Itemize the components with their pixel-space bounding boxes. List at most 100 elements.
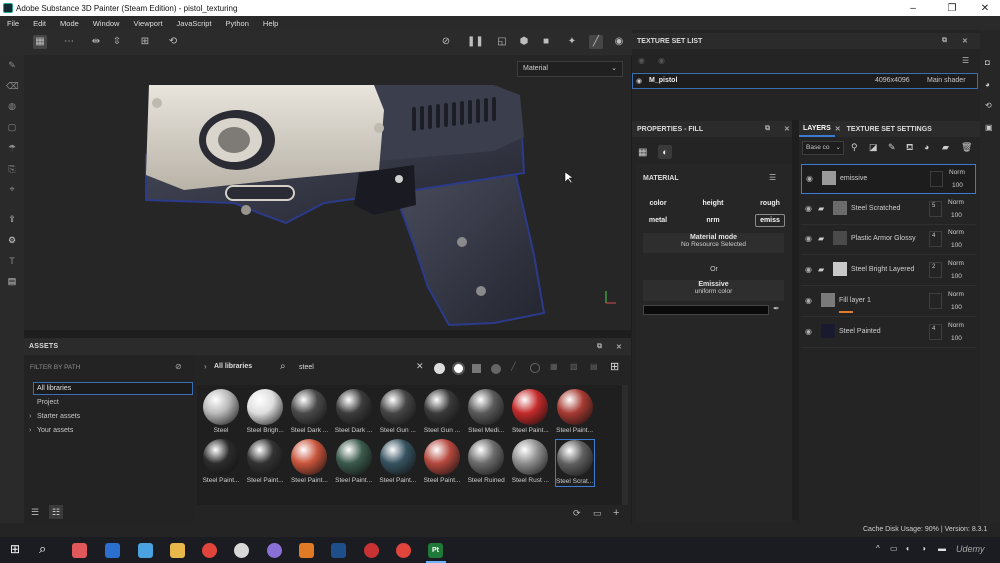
eyedropper-icon[interactable]: ✒ [773,304,780,313]
channel-height-button[interactable]: height [698,198,728,210]
windows-start-icon[interactable]: ⊞ [10,542,20,556]
asset-tile[interactable]: Steel Brigh... [245,389,285,434]
eye-icon[interactable]: ◉ [636,77,642,85]
tray-battery-icon[interactable]: ▬ [938,544,946,553]
layer-row[interactable]: ◉ Fill layer 1 Norm 100 [801,287,976,317]
grid-dots-icon[interactable]: ⋯ [62,35,76,49]
pause-icon[interactable]: ❚❚ [467,35,484,49]
blender-icon[interactable] [299,543,314,558]
layer-mask[interactable] [929,200,942,217]
channel-metal-button[interactable]: metal [643,215,673,227]
texture-set-row[interactable]: ◉ M_pistol 4096x4096 Main shader [632,73,978,89]
close-icon[interactable]: ✕ [835,125,841,133]
asset-tile[interactable]: Steel Paint... [334,439,374,484]
search-input[interactable]: steel [299,364,314,371]
hide-icon[interactable]: ⊘ [439,35,453,49]
chrome-icon[interactable] [396,543,411,558]
filter-filters-icon[interactable] [530,363,540,373]
history-icon[interactable]: ⟲ [985,101,992,110]
close-icon[interactable]: ✕ [616,343,622,351]
asset-tile[interactable]: Steel Gun ... [422,389,462,434]
tree-item-your-assets[interactable]: Your assets [37,427,73,434]
layer-mask[interactable] [929,262,942,279]
menu-javascript[interactable]: JavaScript [170,19,219,28]
bake-mesh-icon[interactable]: ⚙ [6,234,18,246]
eye-icon[interactable]: ◉ [805,327,812,336]
smart-material-icon[interactable]: ◕ [924,142,929,152]
viewport-mode-dropdown[interactable]: Material ⌄ [517,61,623,77]
asset-tile[interactable]: Steel Paint... [245,439,285,484]
opacity-value[interactable]: 100 [951,304,962,311]
opacity-value[interactable]: 100 [951,242,962,249]
smudge-icon[interactable]: ☂ [6,142,18,154]
eye-icon[interactable]: ◉ [805,204,812,213]
blend-mode-select[interactable]: Norm [948,322,964,329]
search-icon[interactable]: ⌕ [39,541,46,557]
folder-icon[interactable]: ▭ [593,508,602,519]
filter-smart-materials-icon[interactable] [452,362,465,375]
delete-layer-icon[interactable]: 🗑 [961,142,972,153]
tree-view-icon[interactable]: ☷ [49,505,63,519]
clone-icon[interactable]: ⎘ [6,163,18,175]
maximize-icon[interactable]: ⧉ [942,37,947,45]
eraser-icon[interactable]: ⌫ [6,80,19,92]
eye-icon[interactable]: ◉ [805,265,812,274]
eye-icon[interactable]: ◉ [638,56,645,65]
eye-icon[interactable]: ◉ [805,234,812,243]
mail-app-icon[interactable] [138,543,153,558]
tray-chevron-icon[interactable]: ^ [876,544,880,553]
paint-brush-icon[interactable]: ✎ [6,59,18,71]
menu-help[interactable]: Help [256,19,285,28]
menu-window[interactable]: Window [86,19,127,28]
asset-tile[interactable]: Steel Ruined [466,439,506,484]
filter-alphas-icon[interactable] [491,364,501,374]
menu-icon[interactable]: ☰ [962,56,969,65]
opacity-value[interactable]: 100 [952,182,963,189]
assets-scrollbar[interactable] [622,385,628,505]
add-mask-icon[interactable]: ◪ [869,142,878,153]
asset-tile[interactable]: Steel Dark ... [289,389,329,434]
tab-layers[interactable]: LAYERS [799,121,835,137]
tree-item-project[interactable]: Project [37,399,59,406]
layer-mask[interactable] [929,323,942,340]
opacity-value[interactable]: 100 [951,335,962,342]
list-view-icon[interactable]: ☰ [31,507,39,518]
maximize-icon[interactable]: ⧉ [765,125,770,133]
screenshot-icon[interactable]: ◉ [612,35,626,49]
app-icon[interactable] [364,543,379,558]
export-icon[interactable]: ⇪ [6,213,18,225]
projection-icon[interactable]: ◍ [6,100,18,112]
history-icon[interactable]: ⟲ [166,35,180,49]
camera-icon[interactable]: ◘ [985,58,990,67]
tray-volume-icon[interactable]: ◖ [905,544,910,553]
close-window-button[interactable]: ✕ [970,0,1000,16]
blend-mode-select[interactable]: Norm [949,169,965,176]
asset-tile[interactable]: Steel Scrat... [554,439,595,487]
maximize-icon[interactable]: ⧉ [597,343,602,351]
asset-tile[interactable]: Steel Paint... [422,439,462,484]
steam-icon[interactable] [331,543,346,558]
menu-mode[interactable]: Mode [53,19,86,28]
refresh-icon[interactable]: ⟳ [573,508,581,519]
menu-icon[interactable]: ☰ [769,173,776,182]
tree-item-all-libraries[interactable]: All libraries [33,382,193,395]
emissive-box[interactable]: Emissive uniform color [643,280,784,301]
asset-tile[interactable]: Steel Paint... [378,439,418,484]
menu-file[interactable]: File [0,19,26,28]
filter-materials-icon[interactable] [434,363,445,374]
calendar-app-icon[interactable] [105,543,120,558]
emissive-color-swatch[interactable] [643,305,769,315]
mirror-x-icon[interactable]: ⇹ [89,35,103,49]
clear-search-icon[interactable]: ✕ [416,361,424,372]
channel-rough-button[interactable]: rough [755,198,785,210]
chrome-icon[interactable] [202,543,217,558]
fill-layer-icon[interactable]: ⛾ [906,142,913,154]
tree-item-starter-assets[interactable]: Starter assets [37,413,80,420]
menu-python[interactable]: Python [219,19,256,28]
polygon-fill-icon[interactable]: ▢ [6,121,18,133]
channel-nrm-button[interactable]: nrm [698,215,728,227]
asset-tile[interactable]: Steel Medi... [466,389,506,434]
close-icon[interactable]: ✕ [784,125,790,133]
app-icon[interactable] [234,543,249,558]
substance-painter-icon[interactable]: Pt [428,543,443,558]
